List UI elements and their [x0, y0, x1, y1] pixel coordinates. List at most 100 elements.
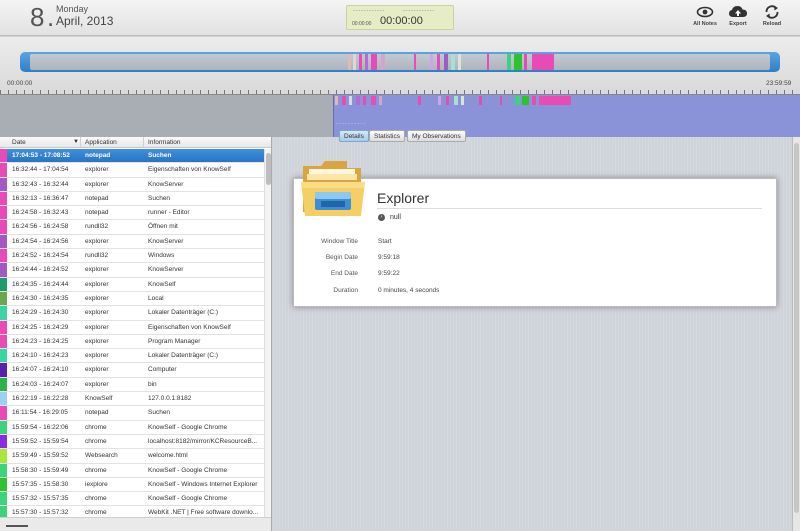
table-row[interactable]: 16:24:35 - 16:24:44 explorer KnowSelf [0, 277, 264, 292]
table-row[interactable]: 15:59:52 - 15:59:54 chrome localhost:8182/… [0, 434, 264, 450]
row-date: 16:24:44 - 16:24:52 [12, 266, 69, 274]
table-row[interactable]: 16:32:43 - 16:32:44 explorer KnowServer [0, 177, 264, 192]
application-color-swatch [0, 220, 7, 234]
application-color-swatch [0, 392, 7, 406]
table-row[interactable]: 17:04:53 - 17:08:52 notepad Suchen [0, 149, 264, 164]
row-information: Suchen [148, 152, 172, 159]
table-row[interactable]: 16:24:30 - 16:24:35 explorer Local [0, 291, 264, 307]
application-color-swatch [0, 434, 7, 449]
row-application: rundll32 [85, 223, 109, 231]
table-row[interactable]: 16:11:54 - 16:29:05 notepad Suchen [0, 406, 264, 421]
activity-segment [524, 54, 527, 70]
table-row[interactable]: 16:24:10 - 16:24:23 explorer Lokaler Daten… [0, 349, 264, 364]
row-date: 16:32:43 - 16:32:44 [12, 180, 69, 188]
tab-statistics[interactable]: Statistics [369, 130, 406, 142]
detail-vertical-scrollbar[interactable] [792, 137, 800, 531]
cloud-upload-icon [729, 6, 747, 17]
row-information: KnowSelf - Google Chrome [148, 466, 228, 474]
table-row[interactable]: 16:24:44 - 16:24:52 explorer KnowServer [0, 263, 264, 278]
zoomed-activity-bar [522, 96, 529, 105]
row-information: KnowSelf - Google Chrome [148, 495, 228, 503]
timer-dashes-right: - - - - - - - - - - - - [403, 8, 434, 14]
zoomed-activity-bar [379, 96, 382, 105]
timeline-range-slider[interactable] [20, 52, 780, 72]
row-application: notepad [85, 209, 109, 217]
row-date: 16:24:56 - 16:24:58 [12, 223, 69, 231]
activity-segment [381, 54, 385, 70]
table-row[interactable]: 16:24:07 - 16:24:10 explorer Computer [0, 363, 264, 378]
row-information: welcome.html [148, 452, 188, 460]
table-row[interactable]: 16:24:54 - 16:24:56 explorer KnowServer [0, 234, 264, 250]
reload-button[interactable]: Reload [757, 4, 787, 27]
list-horizontal-scrollbar[interactable] [0, 517, 271, 531]
zoomed-activity-bar [446, 96, 449, 105]
detail-subtitle: null [390, 214, 401, 221]
activity-segment [359, 54, 362, 70]
row-date: 15:57:32 - 15:57:35 [12, 495, 69, 503]
activity-segment [348, 54, 351, 70]
table-row[interactable]: 16:24:23 - 16:24:25 explorer Program Manag… [0, 334, 264, 350]
export-label: Export [729, 21, 747, 27]
row-information: Suchen [148, 194, 171, 202]
table-row[interactable]: 16:24:25 - 16:24:29 explorer Eigenschaften… [0, 320, 264, 335]
table-row[interactable]: 16:24:29 - 16:24:30 explorer Lokaler Daten… [0, 306, 264, 321]
row-application: chrome [85, 466, 107, 474]
application-color-swatch [0, 377, 7, 392]
row-application: explorer [85, 294, 109, 302]
column-divider[interactable] [143, 137, 144, 148]
all-notes-button[interactable]: All Notes [690, 4, 720, 27]
eye-icon [696, 6, 714, 18]
application-color-swatch [0, 263, 7, 277]
table-row[interactable]: 15:59:49 - 15:59:52 Websearch welcome.html [0, 449, 264, 464]
table-row[interactable]: 15:57:32 - 15:57:35 chrome KnowSelf - Goog… [0, 492, 264, 507]
field-value-duration: 0 minutes, 4 seconds [378, 287, 440, 294]
row-date: 16:24:25 - 16:24:29 [12, 323, 69, 331]
zoomed-timeline-label: - - - - - - - - - - [336, 121, 366, 127]
detail-scroll-thumb[interactable] [794, 143, 799, 513]
timeline-activity-track [30, 54, 770, 70]
row-date: 16:24:35 - 16:24:44 [12, 280, 69, 288]
table-row[interactable]: 15:57:35 - 15:58:30 iexplore KnowSelf - Wi… [0, 477, 264, 493]
list-scroll-thumb[interactable] [266, 153, 271, 185]
row-information: KnowServer [148, 180, 184, 188]
column-header-application[interactable]: Application [85, 139, 117, 146]
table-row[interactable]: 16:24:03 - 16:24:07 explorer bin [0, 377, 264, 393]
table-row[interactable]: 16:24:52 - 16:24:54 rundll32 Windows [0, 249, 264, 264]
table-row[interactable]: 16:24:56 - 16:24:58 rundll32 Öffnen mit [0, 220, 264, 235]
activity-segment [507, 54, 511, 70]
table-row[interactable]: 16:32:13 - 16:36:47 notepad Suchen [0, 191, 264, 207]
tab-details[interactable]: Details [339, 130, 369, 142]
column-divider[interactable] [80, 137, 81, 148]
column-header-date[interactable]: Date [12, 139, 26, 146]
row-information: Eigenschaften von KnowSelf [148, 323, 231, 331]
row-information: Öffnen mit [148, 223, 178, 231]
stopwatch-display[interactable]: - - - - - - - - - - - - - - - - - - - - … [346, 5, 454, 30]
application-color-swatch [0, 477, 7, 492]
column-header-information[interactable]: Information [148, 139, 181, 146]
zoomed-activity-bar [335, 96, 338, 105]
field-label-begin-date: Begin Date [325, 254, 358, 261]
application-color-swatch [0, 363, 7, 377]
row-application: explorer [85, 366, 109, 374]
application-color-swatch [0, 320, 7, 334]
table-row[interactable]: 15:59:54 - 16:22:06 chrome KnowSelf - Goog… [0, 420, 264, 435]
table-row[interactable]: 16:22:19 - 16:22:28 KnowSelf 127.0.0.1:818… [0, 392, 264, 407]
table-row[interactable]: 16:24:58 - 16:32:43 notepad runner - Edito… [0, 206, 264, 221]
sort-descending-icon[interactable]: ▼ [73, 139, 79, 145]
row-information: Computer [148, 366, 177, 374]
table-row[interactable]: 16:32:44 - 17:04:54 explorer Eigenschaften… [0, 163, 264, 178]
timer-small-readout: 00:00:00 [352, 21, 372, 27]
list-vertical-scrollbar[interactable] [264, 149, 271, 517]
field-label-end-date: End Date [330, 270, 358, 277]
row-information: KnowSelf [148, 280, 176, 288]
row-information: KnowServer [148, 237, 184, 245]
row-application: Websearch [85, 452, 118, 460]
weekday-label: Monday [56, 4, 89, 14]
tab-my-observations[interactable]: My Observations [407, 130, 466, 142]
export-button[interactable]: Export [723, 4, 753, 27]
row-information: KnowServer [148, 266, 184, 274]
table-row[interactable]: 15:58:30 - 15:59:49 chrome KnowSelf - Goog… [0, 463, 264, 478]
application-color-swatch [0, 406, 7, 420]
activity-list-panel: Date ▼ Application Information 17:04:53 … [0, 137, 272, 531]
list-hscroll-grip[interactable] [6, 525, 28, 527]
